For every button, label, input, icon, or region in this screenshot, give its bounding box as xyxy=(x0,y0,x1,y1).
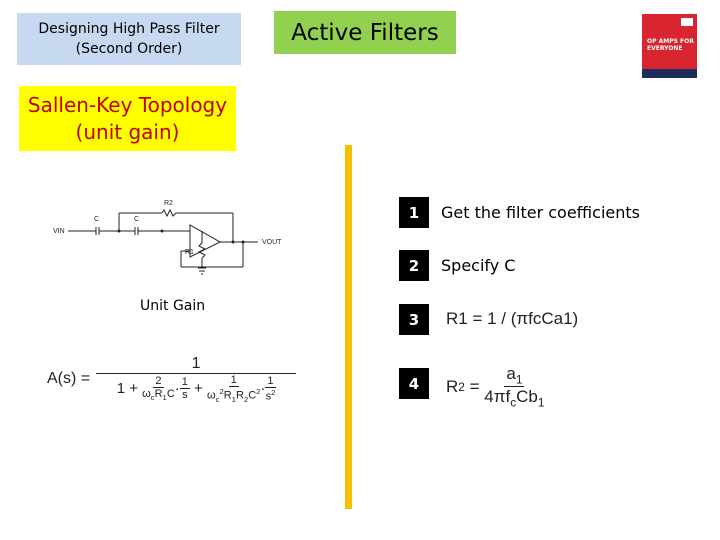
step-3-formula: R1 = 1 / (πfcCa1) xyxy=(446,309,579,328)
step-4-badge: 4 xyxy=(399,368,429,399)
circuit-caption: Unit Gain xyxy=(140,298,206,314)
title-line2: (Second Order) xyxy=(75,41,183,57)
title-line1: Designing High Pass Filter xyxy=(38,21,220,37)
book-cover-image: OP AMPS FOR EVERYONE xyxy=(642,14,697,78)
divider-line xyxy=(345,145,352,509)
topology-line1: Sallen-Key Topology xyxy=(27,92,228,117)
step-3-badge: 3 xyxy=(399,304,429,335)
section-title: Active Filters xyxy=(274,11,456,54)
slide-title: Designing High Pass Filter (Second Order… xyxy=(17,13,241,65)
r2-label: R2 xyxy=(164,200,173,207)
step-4-formula: R2 = a1 4πfcCb1 xyxy=(446,364,545,410)
step-2-badge: 2 xyxy=(399,250,429,281)
transfer-function: A(s) = 1 1 + 2 ωcR1C · 1 s + 1 ωc2R1R2C2 · 1 s2 xyxy=(47,355,297,404)
topology-label: Sallen-Key Topology (unit gain) xyxy=(19,86,236,151)
step-1-text: Get the filter coefficients xyxy=(441,203,640,222)
c1-label: C xyxy=(94,216,99,223)
transfer-lhs: A(s) = xyxy=(47,370,91,388)
c2-label: C xyxy=(134,216,139,223)
vin-label: VIN xyxy=(53,228,65,235)
book-title: OP AMPS FOR EVERYONE xyxy=(647,38,694,52)
sallen-key-circuit-diagram: VIN C C R2 R1 VOUT xyxy=(53,200,282,275)
step-1-badge: 1 xyxy=(399,197,429,228)
r1-label: R1 xyxy=(185,249,194,256)
step-2-text: Specify C xyxy=(441,256,516,275)
topology-line2: (unit gain) xyxy=(75,119,180,144)
vout-label: VOUT xyxy=(262,239,282,246)
transfer-numerator: 1 xyxy=(96,355,297,374)
